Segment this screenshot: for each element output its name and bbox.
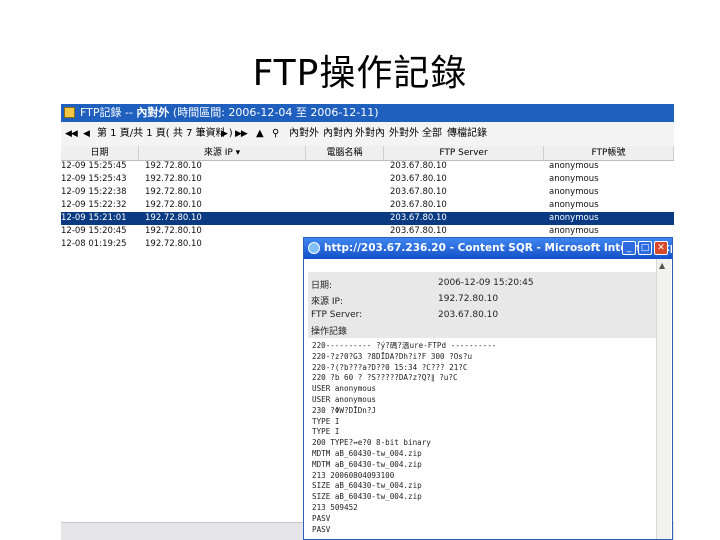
log-line: TYPE I (312, 427, 340, 437)
table-cell-date: 12-09 15:22:32 (61, 200, 127, 210)
log-line: 220---------- ?ý?碼?溫ure-FTPd ---------- (312, 341, 497, 350)
close-button[interactable]: ✕ (654, 241, 668, 255)
table-cell-date: 12-09 15:25:43 (61, 174, 127, 184)
log-line: 220 ?b 60 ? ?S?????DA?z?Q?∥ ?u?C (312, 373, 458, 383)
scroll-up-icon[interactable]: ▲ (659, 261, 665, 270)
table-cell-src: 192.72.80.10 (145, 174, 202, 184)
col-ftp-account[interactable]: FTP帳號 (544, 146, 674, 160)
log-line: 213 509452 (312, 502, 358, 512)
popup-title: http://203.67.236.20 - Content SQR - Mic… (324, 242, 673, 254)
col-ftp-server[interactable]: FTP Server (384, 146, 544, 160)
table-cell-src: 192.72.80.10 (145, 161, 202, 171)
table-cell-date: 12-09 15:25:45 (61, 161, 127, 171)
table-cell-src: 192.72.80.10 (145, 239, 202, 249)
ie-popup-window: http://203.67.236.20 - Content SQR - Mic… (303, 237, 673, 540)
source-ip-value: 192.72.80.10 (438, 294, 499, 304)
ie-icon (308, 242, 320, 254)
filter-in-to-in[interactable]: 內對內 (323, 122, 353, 146)
title-range: (時間區間: 2006-12-04 至 2006-12-11) (169, 106, 379, 119)
log-line: MDTM aB_60430-tw_004.zip (312, 448, 422, 458)
table-cell-account: anonymous (549, 161, 599, 171)
filter-transfer-log[interactable]: 傳檔記錄 (447, 122, 487, 146)
table-cell-date: 12-09 15:20:45 (61, 226, 127, 236)
notepad-icon (64, 107, 75, 118)
source-ip-label: 來源 IP: (311, 297, 343, 307)
log-line: MDTM aB_60430-tw_004.zip (312, 459, 422, 469)
col-source-ip[interactable]: 來源 IP ▾ (139, 146, 306, 160)
filter-out-to-in[interactable]: 內對外 (289, 122, 319, 146)
log-line: SIZE aB_60430-tw_004.zip (312, 481, 422, 491)
minimize-button[interactable]: _ (622, 241, 636, 255)
table-cell-server: 203.67.80.10 (390, 213, 447, 223)
table-row[interactable]: 12-09 15:25:43 192.72.80.10 203.67.80.10 an… (61, 173, 674, 186)
page-info: 第 1 頁/共 1 頁( 共 7 筆資料 ) (97, 128, 233, 139)
date-value: 2006-12-09 15:20:45 (438, 278, 534, 288)
maximize-button[interactable]: □ (638, 241, 652, 255)
table-cell-account: anonymous (549, 200, 599, 210)
table-cell-account: anonymous (549, 213, 599, 223)
popup-scrollbar[interactable]: ▲ (656, 259, 671, 539)
log-line: 230 ?ΦW?DĪDn?J (312, 405, 377, 415)
grid-header: 日期 來源 IP ▾ 電腦名稱 FTP Server FTP帳號 (61, 146, 674, 161)
table-cell-src: 192.72.80.10 (145, 200, 202, 210)
search-icon[interactable]: ⚲ (272, 122, 279, 146)
log-line: 220-?z?0?G3 ?8DĪDA?Dh?i?F 300 ?Os?u (312, 351, 473, 361)
table-cell-date: 12-09 15:22:38 (61, 187, 127, 197)
log-line: 200 TYPE?↔e?0 8-bit binary (312, 438, 431, 448)
pager-toolbar: ◀◀ ◀ 第 1 頁/共 1 頁( 共 7 筆資料 ) ▶ ▶▶ ▲ ⚲ 內對外… (61, 122, 674, 147)
app-title: FTP記錄 -- 內對外 (時間區間: 2006-12-04 至 2006-12… (80, 104, 379, 122)
log-line: 213 20060804093100 (312, 470, 395, 480)
log-line: 220-?(?b???a?D??0 15:34 ?C??? 21?C (312, 362, 468, 372)
table-cell-server: 203.67.80.10 (390, 187, 447, 197)
title-direction: 內對外 (136, 106, 170, 119)
table-row[interactable]: 12-09 15:22:38 192.72.80.10 203.67.80.10 an… (61, 186, 674, 199)
server-label: FTP Server: (311, 310, 363, 320)
app-titlebar: FTP記錄 -- 內對外 (時間區間: 2006-12-04 至 2006-12… (61, 104, 674, 122)
slide-title: FTP操作記錄 (252, 53, 468, 94)
server-value: 203.67.80.10 (438, 310, 499, 320)
table-row[interactable]: 12-09 15:22:32 192.72.80.10 203.67.80.10 an… (61, 199, 674, 212)
table-cell-server: 203.67.80.10 (390, 200, 447, 210)
date-label: 日期: (311, 281, 333, 291)
table-row[interactable]: 12-09 15:25:45 192.72.80.10 203.67.80.10 an… (61, 160, 674, 173)
table-cell-account: anonymous (549, 187, 599, 197)
filter-out-to-out[interactable]: 外對外 (389, 122, 419, 146)
table-cell-server: 203.67.80.10 (390, 174, 447, 184)
ftp-command-log: 220---------- ?ý?碼?溫ure-FTPd ---------- 2… (312, 341, 652, 535)
log-line: TYPE I (312, 416, 340, 426)
table-cell-date: 12-09 15:21:01 (61, 213, 127, 223)
col-host[interactable]: 電腦名稱 (306, 146, 384, 160)
title-prefix: FTP記錄 -- (80, 106, 137, 119)
first-page-icon[interactable]: ◀◀ (65, 122, 78, 146)
log-line: PASV (312, 513, 331, 523)
table-cell-src: 192.72.80.10 (145, 226, 202, 236)
next-page-icon[interactable]: ▶ (221, 122, 228, 146)
log-line: PASV (312, 524, 331, 534)
table-cell-src: 192.72.80.10 (145, 187, 202, 197)
prev-page-icon[interactable]: ◀ (83, 122, 90, 146)
table-cell-server: 203.67.80.10 (390, 161, 447, 171)
filter-all[interactable]: 全部 (422, 122, 442, 146)
cursor-icon[interactable]: ▲ (256, 122, 264, 146)
popup-titlebar: http://203.67.236.20 - Content SQR - Mic… (304, 238, 672, 259)
log-label: 操作記錄 (311, 327, 348, 337)
table-cell-date: 12-08 01:19:25 (61, 239, 127, 249)
log-line: SIZE aB_60430-tw_004.zip (312, 492, 422, 502)
filter-out-in[interactable]: 外對內 (355, 122, 385, 146)
detail-panel: 日期: 2006-12-09 15:20:45 來源 IP: 192.72.80… (308, 272, 656, 338)
table-cell-account: anonymous (549, 174, 599, 184)
col-date[interactable]: 日期 (61, 146, 139, 160)
log-line: USER anonymous (312, 384, 377, 394)
last-page-icon[interactable]: ▶▶ (235, 122, 248, 146)
table-cell-src: 192.72.80.10 (145, 213, 202, 223)
table-row[interactable]: 12-09 15:21:01 192.72.80.10 203.67.80.10 an… (61, 212, 674, 225)
log-line: USER anonymous (312, 394, 377, 404)
